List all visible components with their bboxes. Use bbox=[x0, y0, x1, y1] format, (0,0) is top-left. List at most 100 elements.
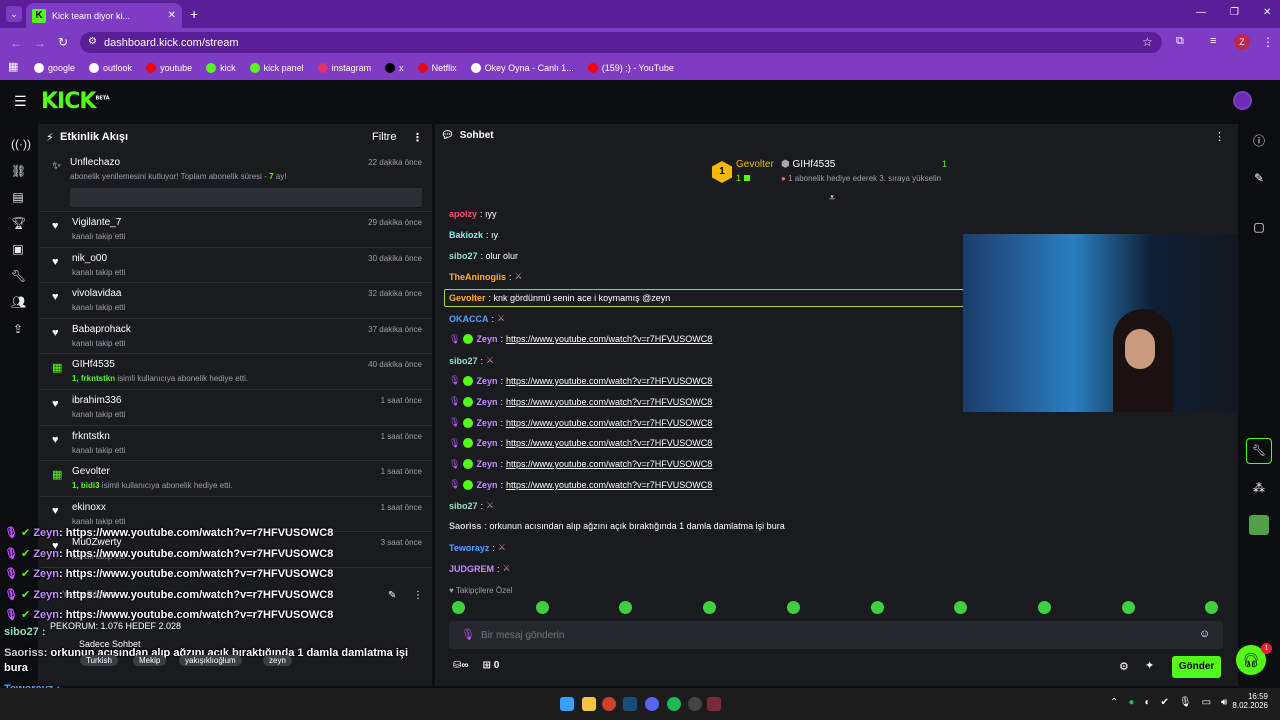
broadcast-icon[interactable]: ((·)) bbox=[11, 137, 31, 151]
chat-link[interactable]: https://www.youtube.com/watch?v=r7HFVUSO… bbox=[506, 334, 712, 344]
site-info-icon[interactable]: ⚙ bbox=[88, 36, 97, 47]
chat-username[interactable]: Zeyn bbox=[476, 438, 497, 448]
chat-username[interactable]: apoizy bbox=[449, 209, 477, 219]
chat-username[interactable]: Saoriss bbox=[449, 521, 482, 531]
browser-tab[interactable]: K Kick team diyor ki... ✕ bbox=[26, 3, 182, 28]
emote-button[interactable] bbox=[1037, 601, 1051, 614]
activity-item[interactable]: ♥ ibrahim336 1 saat önce kanalı takip etti bbox=[40, 390, 432, 426]
activity-item[interactable]: ♥ vivolavidaa 32 dakika önce kanalı takip e… bbox=[40, 283, 432, 319]
chat-link[interactable]: https://www.youtube.com/watch?v=r7HFVUSO… bbox=[506, 438, 712, 448]
emote-button[interactable] bbox=[535, 601, 549, 614]
bookmark-item[interactable]: google bbox=[34, 63, 75, 73]
bookmark-item[interactable]: (159) ;) - YouTube bbox=[587, 63, 674, 73]
quick-emote-icon[interactable]: ✦ bbox=[1145, 659, 1154, 672]
mic-icon[interactable]: 🎙︎ bbox=[1179, 697, 1192, 708]
activity-item[interactable]: ♥ Vigilante_7 29 dakika önce kanalı takip e… bbox=[40, 212, 432, 248]
chat-message[interactable]: Bakiozk: ıy bbox=[449, 230, 498, 240]
chat-username[interactable]: Bakiozk bbox=[449, 230, 483, 240]
restore-icon[interactable]: ❐ bbox=[1230, 7, 1239, 18]
network-icon[interactable]: ▭ bbox=[1202, 697, 1211, 708]
bookmark-item[interactable]: instagram bbox=[317, 63, 371, 73]
chat-message[interactable]: sibo27: ⚔︎ bbox=[449, 500, 502, 512]
chat-username[interactable]: Zeyn bbox=[476, 334, 497, 344]
chrome-icon[interactable] bbox=[602, 697, 616, 711]
chat-username[interactable]: JUDGREM bbox=[449, 564, 494, 574]
activity-item[interactable]: ♥ frkntstkn 1 saat önce kanalı takip etti bbox=[40, 426, 432, 462]
bookmark-item[interactable]: kick panel bbox=[249, 63, 304, 73]
trophy-icon[interactable]: 🏆︎ bbox=[11, 216, 26, 230]
chat-message[interactable]: apoizy: ıyy bbox=[449, 209, 497, 219]
bookmark-item[interactable]: outlook bbox=[89, 63, 132, 73]
stream-tag[interactable]: Turkish bbox=[80, 655, 118, 666]
emoji-picker-icon[interactable]: ☺ bbox=[1199, 628, 1210, 640]
stream-info-menu-icon[interactable]: ⋮ bbox=[413, 590, 423, 601]
media-icon[interactable]: ≡ bbox=[1210, 35, 1216, 47]
analytics-icon[interactable]: ▤ bbox=[11, 190, 25, 204]
stream-tag[interactable]: zeyn bbox=[263, 655, 292, 666]
start-icon[interactable] bbox=[560, 697, 574, 711]
screen-icon[interactable]: ▢ bbox=[1252, 220, 1266, 234]
recent-gifter-card[interactable]: ⬢ GIHf4535 1 ● 1 abonelik hediye ederek … bbox=[781, 159, 961, 189]
chat-message[interactable]: 🎙︎ Zeyn: https://www.youtube.com/watch?v=r… bbox=[449, 438, 712, 449]
game-icon[interactable] bbox=[1249, 515, 1269, 535]
chat-input[interactable] bbox=[481, 625, 1181, 645]
chat-message[interactable]: 🎙︎ Zeyn: https://www.youtube.com/watch?v=r… bbox=[449, 417, 712, 428]
activity-item[interactable]: ♥ Babaprohack 37 dakika önce kanalı takip e… bbox=[40, 319, 432, 355]
chat-username[interactable]: OKACCA bbox=[449, 314, 489, 324]
bookmark-item[interactable]: Netflix bbox=[417, 63, 457, 73]
chat-username[interactable]: Zeyn bbox=[476, 397, 497, 407]
forward-icon[interactable]: → bbox=[34, 36, 46, 50]
spotify-icon[interactable] bbox=[667, 697, 681, 711]
shield-link-icon[interactable]: ⛁∞ bbox=[453, 660, 469, 671]
chat-link[interactable]: https://www.youtube.com/watch?v=r7HFVUSO… bbox=[506, 459, 712, 469]
chat-username[interactable]: sibo27 bbox=[449, 501, 478, 511]
bookmark-item[interactable]: x bbox=[385, 63, 404, 73]
menu-kebab-icon[interactable]: ⋮ bbox=[1262, 35, 1274, 49]
chat-message[interactable]: 🎙︎ Zeyn: https://www.youtube.com/watch?v=r… bbox=[449, 396, 712, 407]
emote-button[interactable] bbox=[870, 601, 884, 614]
chat-link[interactable]: https://www.youtube.com/watch?v=r7HFVUSO… bbox=[506, 397, 712, 407]
chat-link[interactable]: https://www.youtube.com/watch?v=r7HFVUSO… bbox=[506, 376, 712, 386]
file-explorer-icon[interactable] bbox=[582, 697, 596, 711]
kick-logo[interactable]: KICKBETA bbox=[41, 89, 110, 114]
steam-icon[interactable] bbox=[623, 697, 637, 711]
tray-check-icon[interactable]: ✔ bbox=[1160, 697, 1168, 708]
chat-message[interactable]: Saoriss: orkunun acısından alıp ağzını a… bbox=[449, 521, 785, 531]
bookmark-star-icon[interactable]: ☆ bbox=[1142, 35, 1153, 49]
tray-steam-icon[interactable]: ◐ bbox=[1144, 697, 1150, 708]
chat-username[interactable]: Zeyn bbox=[476, 418, 497, 428]
chat-username[interactable]: Zeyn bbox=[476, 459, 497, 469]
minimize-icon[interactable]: — bbox=[1196, 7, 1206, 18]
profile-avatar[interactable]: Z bbox=[1234, 34, 1250, 50]
link-icon[interactable]: ⛓ bbox=[11, 164, 26, 178]
stream-tag[interactable]: yakışıklıoğlum bbox=[179, 655, 242, 666]
chat-menu-icon[interactable]: ⋮ bbox=[1214, 130, 1225, 143]
tray-app-icon[interactable]: ● bbox=[1128, 697, 1134, 708]
chat-message[interactable]: Gevolter: knk gördünmü senin ace i koyma… bbox=[444, 289, 964, 308]
apps-grid-icon[interactable]: ▦ bbox=[8, 60, 18, 73]
discord-icon[interactable] bbox=[645, 697, 659, 711]
edit-stream-info-icon[interactable]: ✎ bbox=[388, 590, 396, 601]
bookmark-item[interactable]: Okey Oyna - Canlı 1... bbox=[470, 63, 574, 73]
emote-button[interactable] bbox=[786, 601, 800, 614]
user-avatar[interactable] bbox=[1233, 91, 1252, 110]
tab-list-button[interactable]: ⌄ bbox=[6, 6, 22, 22]
chat-settings-icon[interactable]: ⚙ bbox=[1119, 660, 1129, 673]
chat-message[interactable]: 🎙︎ Zeyn: https://www.youtube.com/watch?v=r… bbox=[449, 479, 712, 490]
chat-username[interactable]: sibo27 bbox=[449, 251, 478, 261]
chat-input-box[interactable]: 🎙︎ ☺ bbox=[449, 621, 1223, 649]
send-button[interactable]: Gönder bbox=[1172, 656, 1221, 678]
chat-username[interactable]: TheAninogiis bbox=[449, 272, 506, 282]
bookmark-item[interactable]: kick bbox=[206, 63, 236, 73]
activity-item[interactable]: ▦ Gevolter 1 saat önce 1, bidi3 isimli kull… bbox=[40, 461, 432, 497]
activity-item[interactable]: ▦ GIHf4535 40 dakika önce 1, frkntstkn isim… bbox=[40, 354, 432, 390]
tray-chevron-icon[interactable]: ⌃ bbox=[1110, 697, 1118, 708]
mod-tools-icon[interactable]: 🔧︎ bbox=[1246, 438, 1272, 464]
wrench-icon[interactable]: 🔧︎ bbox=[11, 269, 26, 283]
chat-message[interactable]: JUDGREM: ⚔︎ bbox=[449, 563, 519, 575]
close-icon[interactable]: ✕ bbox=[168, 10, 176, 21]
extensions-icon[interactable]: ⧉ bbox=[1176, 35, 1184, 48]
chat-message[interactable]: 🎙︎ Zeyn: https://www.youtube.com/watch?v=r… bbox=[449, 459, 712, 470]
chat-username[interactable]: Teworayz bbox=[449, 543, 489, 553]
chat-message[interactable]: OKACCA: ⚔︎ bbox=[449, 313, 513, 325]
